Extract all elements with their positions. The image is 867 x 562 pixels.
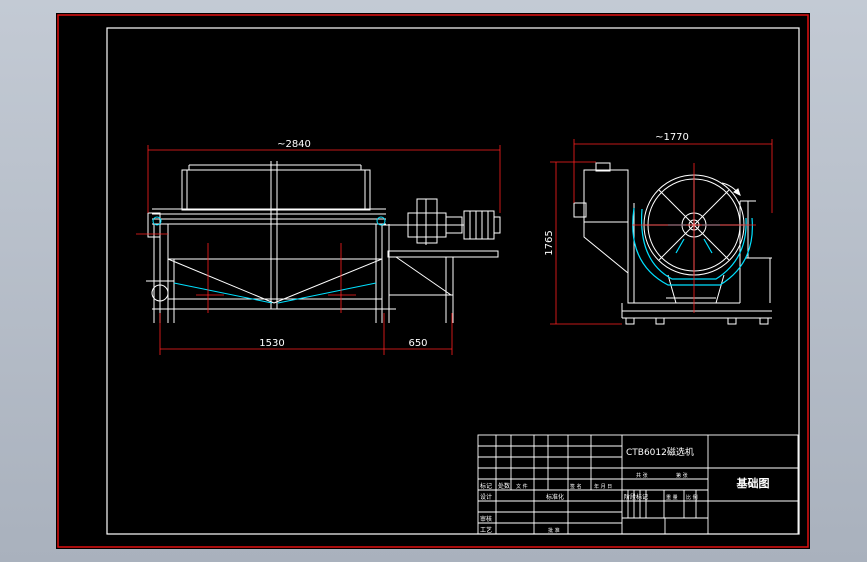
title-block-drawing-title: 基础图 — [736, 476, 770, 490]
label-scale: 比 例 — [686, 494, 698, 501]
side-view-dimensions — [550, 139, 773, 325]
label-review: 审核 — [480, 515, 492, 523]
front-view — [146, 161, 501, 323]
engineering-drawing: ~2840 1530 650 ~1770 1765 CTB6012磁选机 基础图… — [57, 14, 809, 548]
front-view-dimensions — [136, 145, 501, 355]
label-approve: 批 准 — [548, 527, 560, 534]
dimension-overall-length: ~2840 — [277, 139, 311, 150]
label-sheet: 第 张 — [676, 472, 688, 479]
label-stage-mark: 阶段标记 — [624, 493, 648, 501]
dimension-height: 1765 — [544, 230, 555, 255]
title-block-model-name: CTB6012磁选机 — [626, 446, 694, 458]
dimension-overall-width: ~1770 — [655, 132, 689, 143]
label-standard: 标准化 — [546, 493, 564, 501]
label-sign: 签 名 — [570, 483, 582, 490]
label-design: 设计 — [480, 493, 492, 501]
side-view — [573, 162, 772, 325]
rotation-arrow — [721, 182, 741, 196]
front-view-accents — [152, 216, 386, 304]
label-mark: 标记 — [480, 482, 492, 490]
dimension-left-span: 1530 — [259, 338, 284, 349]
label-count: 处数 — [498, 482, 510, 490]
label-sheets: 共 张 — [636, 472, 648, 479]
label-craft: 工艺 — [480, 526, 492, 534]
label-file: 文 件 — [516, 483, 528, 490]
label-date: 年 月 日 — [594, 483, 612, 490]
drawing-canvas[interactable]: ~2840 1530 650 ~1770 1765 CTB6012磁选机 基础图… — [56, 13, 810, 549]
label-weight: 重 量 — [666, 494, 678, 501]
dimension-right-span: 650 — [408, 338, 427, 349]
